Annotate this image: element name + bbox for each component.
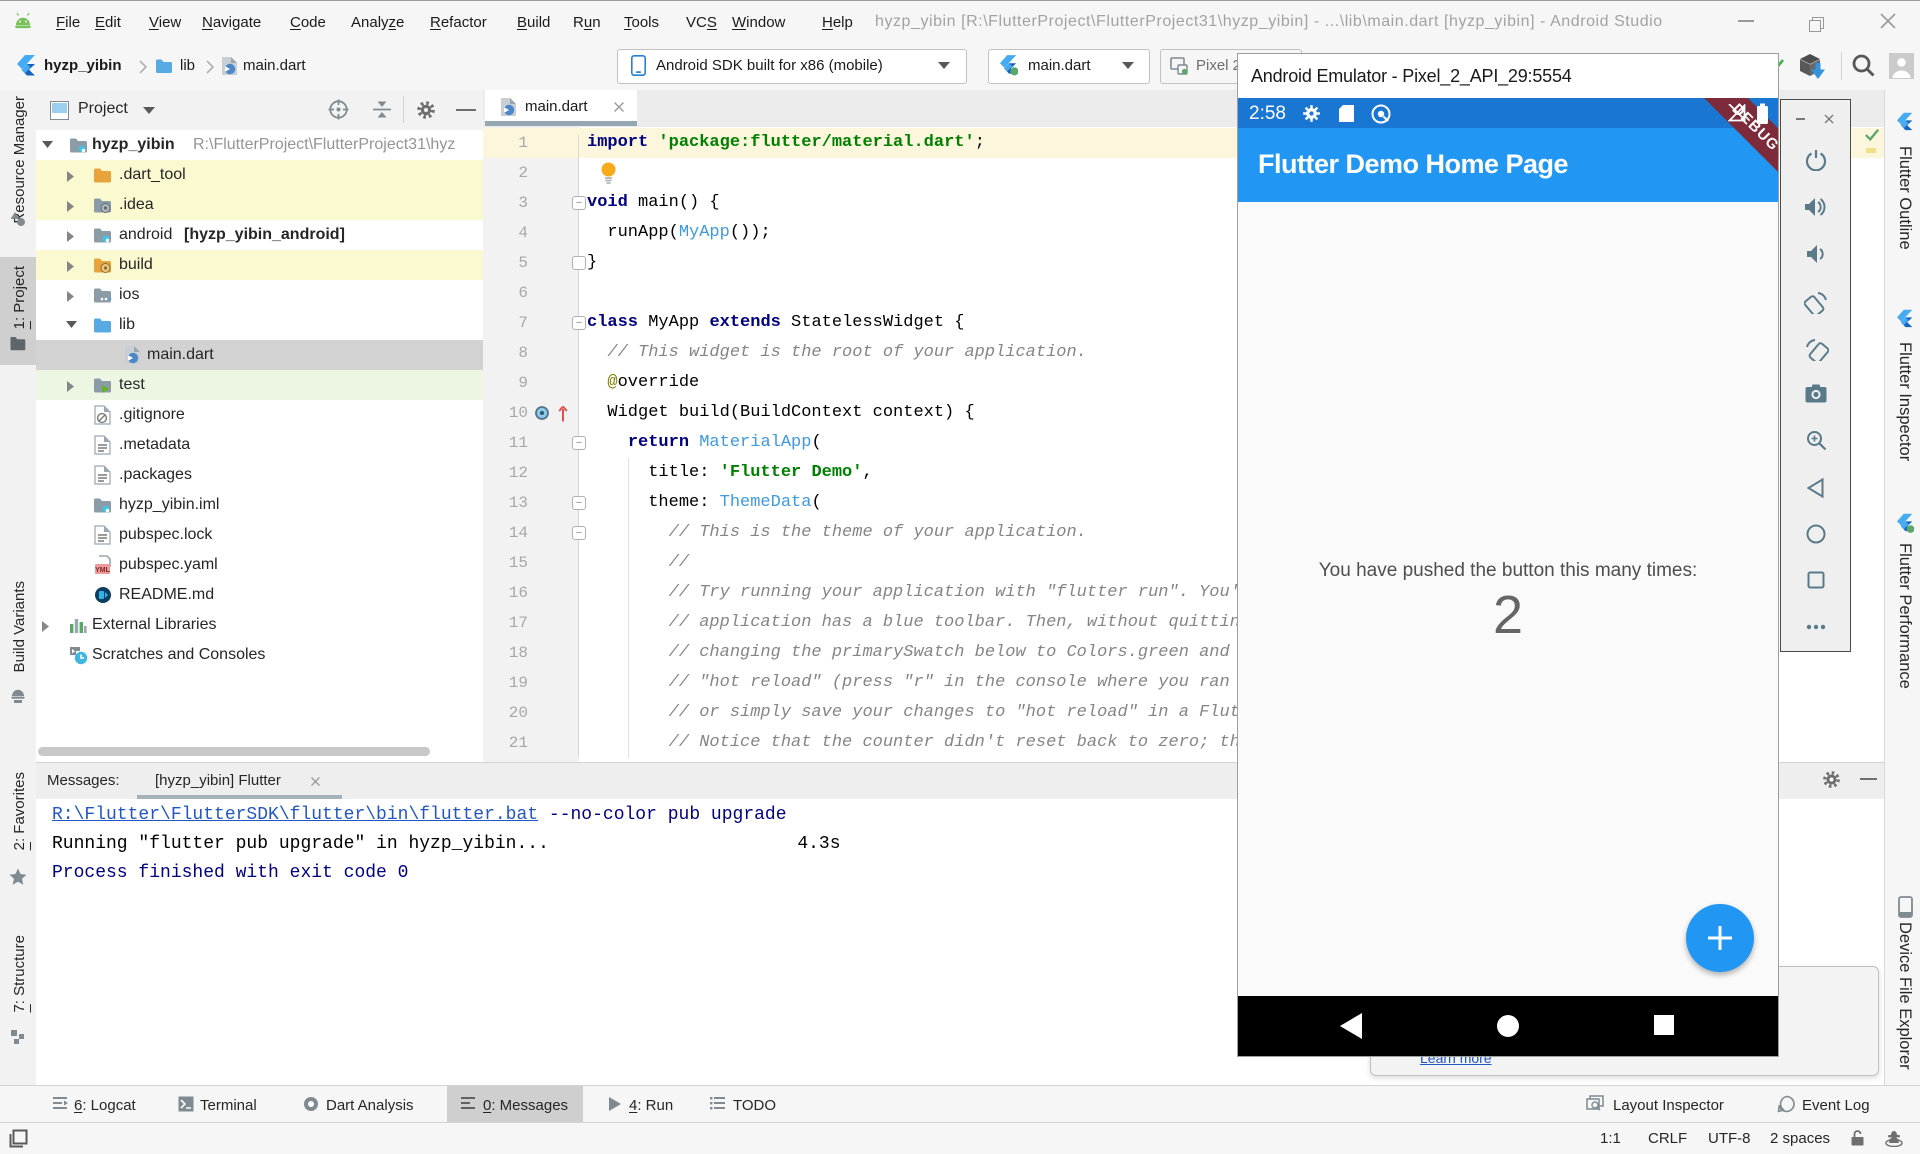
- svg-text:YML: YML: [95, 567, 111, 574]
